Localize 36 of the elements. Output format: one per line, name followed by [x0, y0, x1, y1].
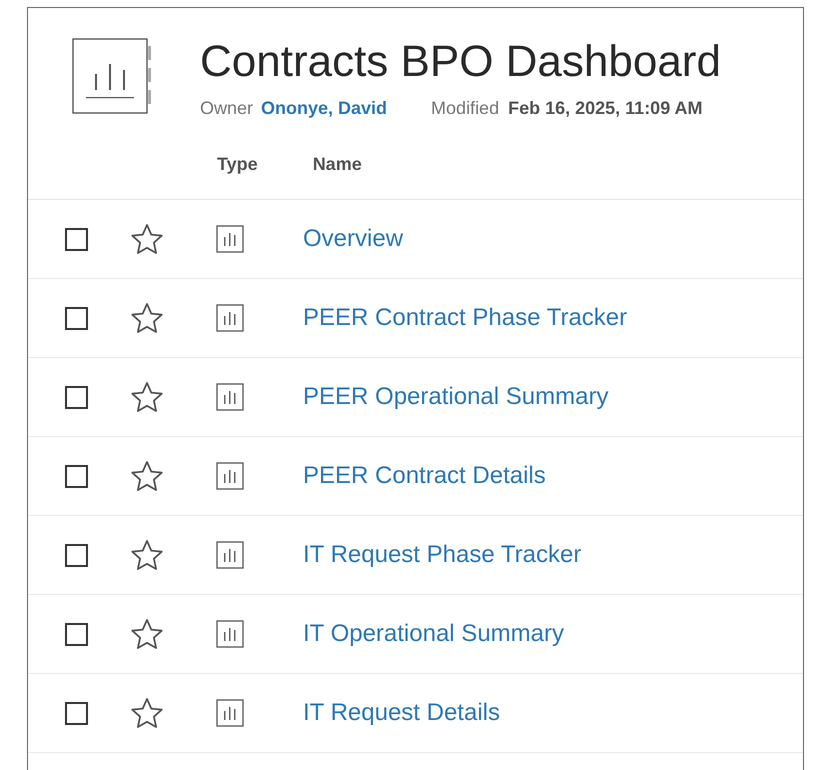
star-icon[interactable] — [130, 696, 164, 730]
row-checkbox[interactable] — [65, 386, 88, 408]
dashboard-icon — [216, 541, 244, 569]
sheet-link[interactable]: PEER Contract Details — [303, 462, 546, 490]
row-checkbox[interactable] — [65, 702, 88, 724]
sheet-link[interactable]: IT Operational Summary — [303, 620, 564, 648]
sheet-link[interactable]: Overview — [303, 225, 404, 253]
owner-link[interactable]: Ononye, David — [261, 98, 388, 119]
sheet-link[interactable]: PEER Contract Phase Tracker — [303, 304, 628, 332]
workbook-title: Contracts BPO Dashboard — [200, 36, 721, 88]
column-header[interactable]: Type — [217, 154, 258, 174]
row-checkbox[interactable] — [65, 622, 88, 646]
workbook-icon — [72, 38, 152, 116]
star-icon[interactable] — [130, 538, 164, 572]
dashboard-icon — [216, 225, 244, 253]
sheet-link[interactable]: IT Request Details — [303, 699, 500, 727]
star-icon[interactable] — [130, 618, 164, 650]
dashboard-icon — [216, 383, 244, 411]
sheet-link[interactable]: PEER Operational Summary — [303, 383, 608, 411]
star-icon[interactable] — [130, 380, 164, 414]
row-checkbox[interactable] — [65, 306, 88, 330]
dashboard-icon — [216, 462, 244, 490]
owner-label: Owner — [200, 98, 254, 119]
modified-date: Feb 16, 2025, 11:09 AM — [508, 98, 703, 119]
dashboard-icon — [216, 304, 244, 332]
column-header[interactable]: Name — [312, 154, 362, 174]
dashboard-icon — [216, 699, 244, 727]
dashboard-icon — [216, 620, 244, 648]
star-icon[interactable] — [130, 222, 164, 256]
row-checkbox[interactable] — [65, 464, 88, 488]
row-checkbox[interactable] — [65, 544, 88, 566]
star-icon[interactable] — [130, 460, 164, 492]
star-icon[interactable] — [130, 302, 164, 334]
modified-label: Modified — [431, 98, 500, 119]
sheet-link[interactable]: IT Request Phase Tracker — [303, 541, 582, 569]
row-checkbox[interactable] — [65, 228, 88, 250]
